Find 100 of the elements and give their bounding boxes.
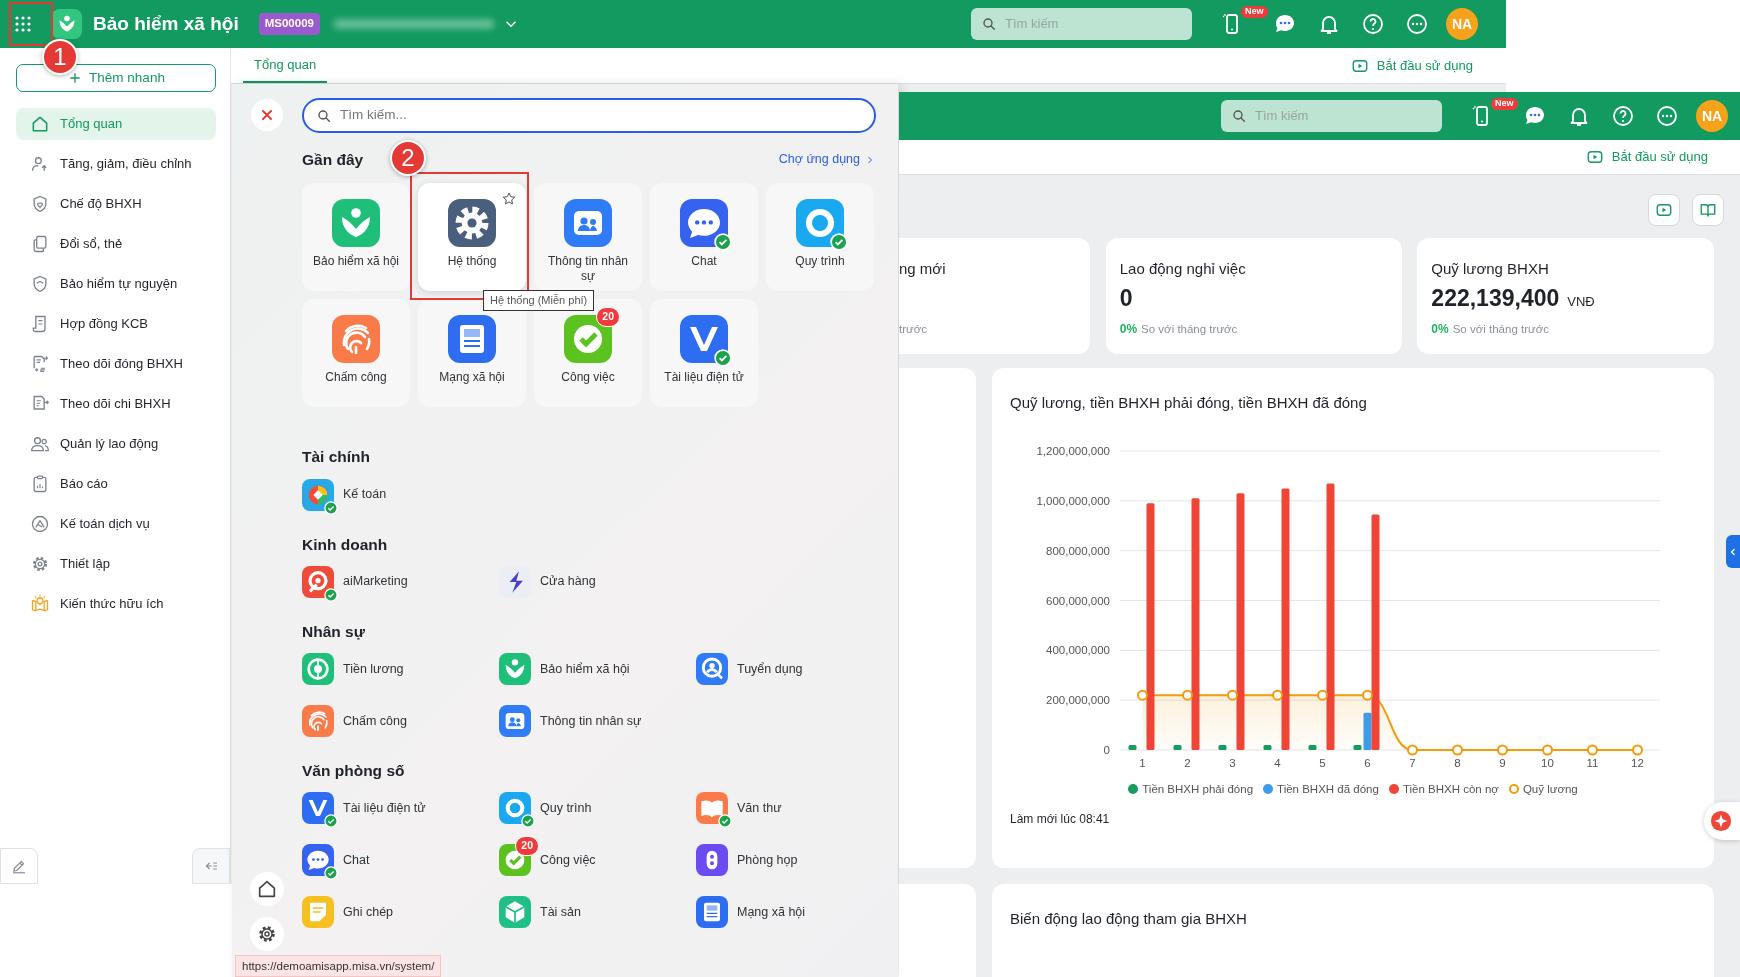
sidebar-item[interactable]: Theo dõi chi BHXH: [16, 388, 216, 420]
app-tile[interactable]: Chấm công: [302, 299, 410, 408]
chart-title: Quỹ lương, tiền BHXH phải đóng, tiền BHXH đã đóng: [1010, 393, 1368, 413]
sidebar-item[interactable]: Báo cáo: [16, 468, 216, 500]
app-item[interactable]: 20 Công việc: [499, 836, 596, 877]
people-folder-icon: [499, 705, 531, 737]
home-button[interactable]: [250, 872, 284, 906]
play-icon: [1585, 148, 1604, 166]
count-badge: 20: [515, 836, 539, 856]
change-value: 0%: [1119, 320, 1138, 338]
app-item[interactable]: Chấm công: [302, 697, 407, 737]
gear-icon: [448, 199, 496, 248]
app-item[interactable]: Bảo hiểm xã hội: [499, 645, 630, 685]
edit-button[interactable]: [0, 848, 38, 884]
close-button[interactable]: [251, 99, 283, 131]
start-guide-link[interactable]: Bắt đầu sử dụng: [1585, 147, 1708, 167]
bar: [1173, 744, 1182, 750]
app-tile[interactable]: Hệ thống: [418, 183, 526, 292]
data-point: [1452, 744, 1463, 755]
stat-label: ng mới: [899, 259, 947, 279]
app-tile[interactable]: Tài liệu điện tử: [650, 299, 758, 408]
sidebar-item[interactable]: Thiết lập: [16, 548, 216, 580]
expand-panel-button[interactable]: [1726, 535, 1740, 568]
app-item[interactable]: Quy trình: [499, 784, 592, 825]
app-item[interactable]: Mạng xã hội: [696, 888, 806, 929]
settings-button[interactable]: [250, 917, 284, 951]
search-field[interactable]: Tìm kiếm...: [302, 98, 876, 133]
manual-button[interactable]: [1692, 194, 1724, 226]
meeting-icon: [696, 844, 728, 877]
app-item[interactable]: Thông tin nhân sự: [499, 697, 642, 737]
play-icon: [1655, 201, 1673, 219]
sidebar-item[interactable]: Quản lý lao động: [16, 428, 216, 460]
search-input[interactable]: Tìm kiếm: [1253, 105, 1432, 127]
newspaper-icon: [696, 896, 728, 929]
app-item[interactable]: aiMarketing: [302, 557, 408, 598]
app-item[interactable]: Tài liệu điện tử: [302, 784, 426, 825]
comparison-note: So với tháng trước: [1141, 321, 1238, 337]
month-label: 5: [1319, 756, 1326, 769]
sidebar-item[interactable]: Tăng, giảm, điều chỉnh: [16, 148, 216, 180]
data-point: [1542, 744, 1553, 755]
section-heading: Nhân sự: [302, 621, 366, 642]
app-tile[interactable]: Bảo hiểm xã hội: [302, 183, 410, 292]
data-point: [1587, 744, 1598, 755]
app-item[interactable]: Văn thư: [696, 784, 782, 825]
sidebar-item[interactable]: Hợp đồng KCB: [16, 308, 216, 340]
house-icon: [30, 114, 50, 134]
stat-label: Lao động nghỉ việc: [1119, 259, 1247, 279]
sidebar-item[interactable]: Theo dõi đóng BHXH: [16, 348, 216, 380]
card-title: Biến động lao động tham gia BHXH: [1010, 909, 1248, 929]
app-item[interactable]: Tài sản: [499, 888, 581, 929]
sidebar-item[interactable]: Kiến thức hữu ích: [16, 588, 216, 620]
change-value: 0%: [1431, 320, 1449, 338]
book-icon: [1699, 201, 1717, 219]
sidebar-item[interactable]: Chế độ BHXH: [16, 188, 216, 220]
data-point: [1497, 744, 1508, 755]
lightbulb-map-icon: [30, 594, 50, 614]
data-point: [1227, 689, 1238, 701]
video-guide-button[interactable]: [1648, 194, 1680, 226]
help-icon[interactable]: [1361, 12, 1385, 36]
search-input[interactable]: Tìm kiếm: [1003, 13, 1182, 35]
document-icon: [302, 792, 334, 825]
app-tile[interactable]: Chat: [650, 183, 758, 292]
app-item[interactable]: Tuyển dụng: [696, 645, 803, 685]
month-label: 2: [1184, 756, 1191, 769]
sidebar-item[interactable]: Bảo hiểm tự nguyện: [16, 268, 216, 300]
star-icon[interactable]: [501, 191, 517, 208]
cube-icon: [499, 896, 531, 929]
more-icon[interactable]: [1655, 104, 1679, 128]
count-badge: 20: [596, 307, 620, 327]
stat-value: 222,139,400: [1431, 283, 1560, 313]
app-item[interactable]: Phòng họp: [696, 836, 798, 877]
search-field[interactable]: Tìm kiếm: [1221, 100, 1442, 132]
app-item[interactable]: Cửa hàng: [499, 557, 596, 598]
app-item[interactable]: Tiền lương: [302, 645, 404, 685]
open-book-icon: [696, 792, 728, 825]
app-tile[interactable]: Thông tin nhân sự: [534, 183, 642, 292]
sidebar-item[interactable]: Kế toán dịch vụ: [16, 508, 216, 540]
pie-icon: [302, 478, 334, 511]
sidebar-item[interactable]: Đổi sổ, thẻ: [16, 228, 216, 260]
chat-bubble-icon: [680, 199, 728, 248]
data-point: [1182, 689, 1193, 701]
start-guide-link[interactable]: Bắt đầu sử dụng: [1350, 48, 1473, 83]
app-store-link[interactable]: Chợ ứng dụng: [778, 150, 876, 169]
assistant-button[interactable]: [1704, 802, 1740, 840]
data-point: [1407, 744, 1418, 755]
section-heading: Văn phòng số: [302, 761, 406, 781]
lightning-icon: [499, 565, 531, 598]
search-field[interactable]: Tìm kiếm: [971, 8, 1192, 40]
month-label: 9: [1499, 756, 1506, 769]
data-point: [1272, 689, 1283, 701]
month-label: 7: [1409, 756, 1416, 769]
app-item[interactable]: Ghi chép: [302, 888, 394, 929]
app-tile[interactable]: Quy trình: [766, 183, 874, 292]
company-code-badge: MS00009: [258, 13, 320, 35]
more-icon[interactable]: [1405, 12, 1429, 36]
app-item[interactable]: Chat: [302, 836, 370, 877]
app-item[interactable]: Kế toán: [302, 470, 387, 511]
coin-icon: [302, 653, 334, 685]
help-icon[interactable]: [1611, 104, 1635, 128]
quick-add-button[interactable]: Thêm nhanh: [16, 64, 216, 92]
